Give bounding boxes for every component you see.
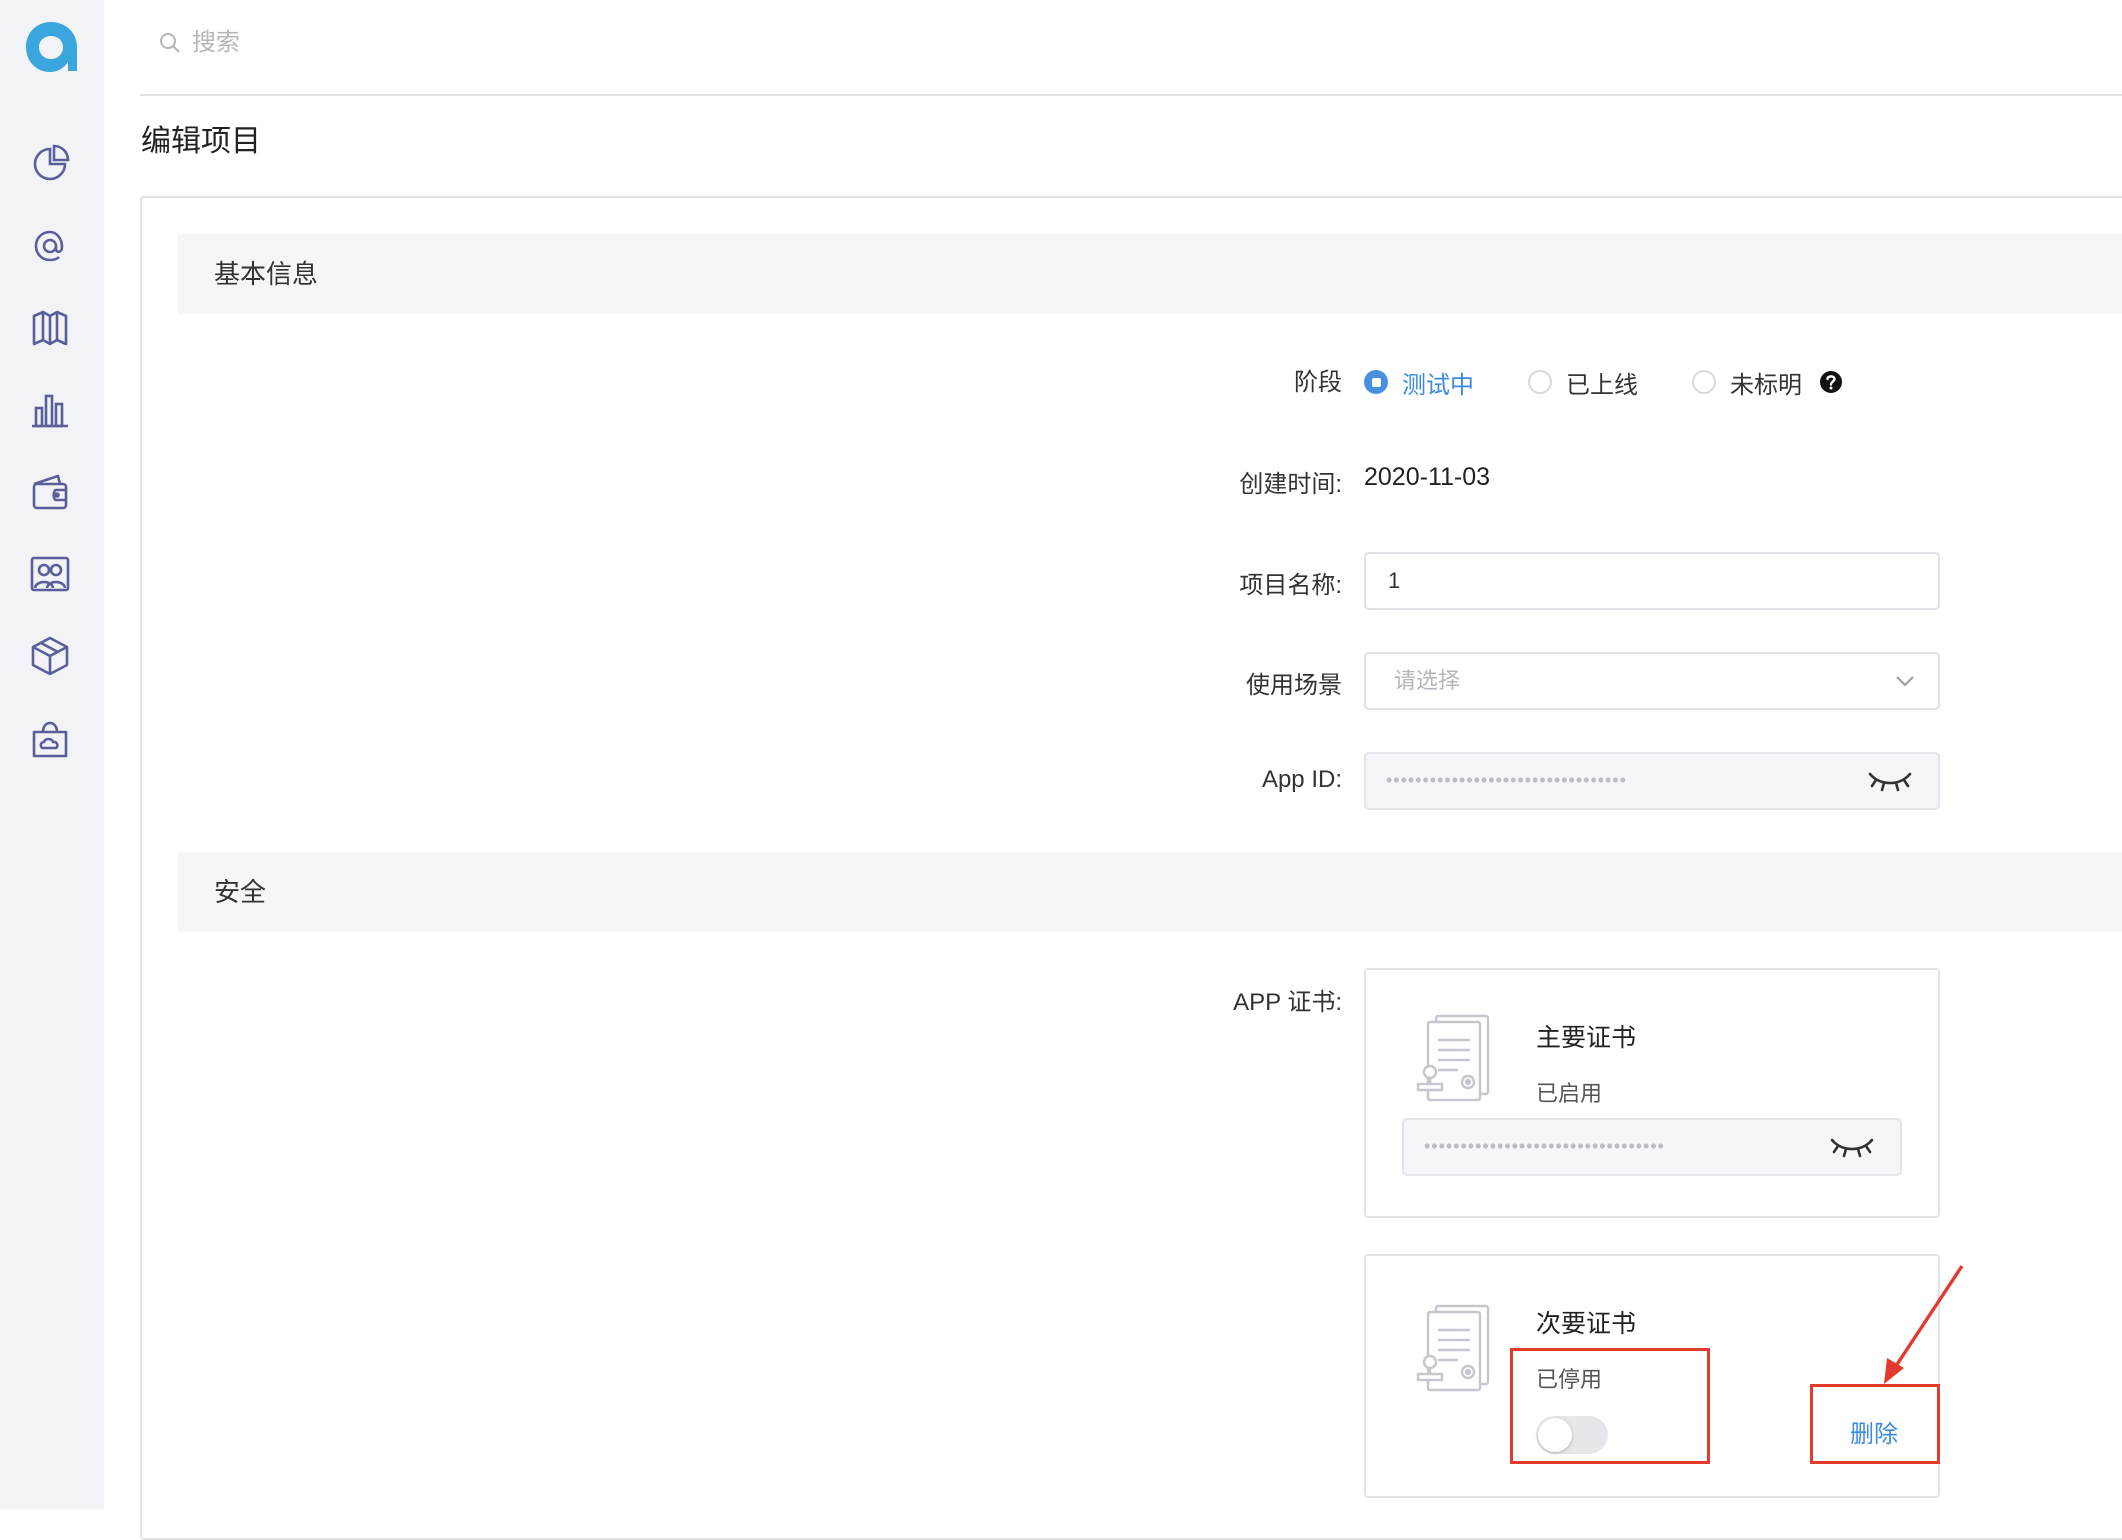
eye-closed-icon[interactable] — [1828, 1130, 1876, 1164]
users-gallery-icon[interactable] — [28, 552, 72, 596]
primary-cert-key-field: ••••••••••••••••••••••••••••••••• — [1402, 1118, 1902, 1176]
annotation-arrow — [1884, 1265, 1964, 1384]
select-placeholder: 请选择 — [1394, 668, 1461, 693]
radio-checked-icon — [1364, 370, 1388, 394]
chevron-down-icon — [1892, 668, 1918, 694]
app-logo[interactable] — [22, 18, 80, 76]
app-id-field: ••••••••••••••••••••••••••••••••• — [1364, 752, 1940, 810]
section-basic-info: 基本信息 — [178, 234, 2122, 314]
help-icon[interactable] — [1818, 369, 1844, 395]
cert-title: 主要证书 — [1536, 1024, 1637, 1052]
stage-radio-group: 测试中 已上线 未标明 — [1364, 362, 1844, 402]
cert-title: 次要证书 — [1536, 1310, 1637, 1338]
cloud-bag-icon[interactable] — [28, 716, 72, 760]
radio-unspecified[interactable]: 未标明 — [1692, 365, 1802, 400]
usage-scene-label: 使用场景 — [1246, 672, 1342, 699]
search-input[interactable] — [192, 29, 692, 57]
annotation-box-toggle — [1510, 1348, 1710, 1464]
eye-closed-icon[interactable] — [1866, 764, 1914, 798]
header-divider — [140, 94, 2122, 96]
project-name-field[interactable] — [1364, 552, 1940, 610]
map-icon[interactable] — [28, 306, 72, 350]
section-security: 安全 — [178, 852, 2122, 932]
masked-value: ••••••••••••••••••••••••••••••••• — [1424, 1136, 1664, 1156]
radio-label: 未标明 — [1730, 371, 1802, 399]
cert-status: 已启用 — [1536, 1081, 1603, 1106]
radio-unchecked-icon — [1528, 370, 1552, 394]
dashboard-pie-icon[interactable] — [28, 142, 72, 186]
annotation-box-delete — [1810, 1384, 1940, 1464]
stage-label: 阶段 — [1294, 369, 1342, 396]
wallet-icon[interactable] — [28, 470, 72, 514]
section-title: 安全 — [214, 877, 267, 907]
project-name-input[interactable] — [1366, 554, 1938, 608]
radio-label: 已上线 — [1566, 371, 1638, 399]
usage-scene-select[interactable]: 请选择 — [1364, 652, 1940, 710]
app-id-label: App ID: — [1261, 766, 1342, 793]
radio-testing[interactable]: 测试中 — [1364, 365, 1474, 400]
created-time-value: 2020-11-03 — [1364, 463, 1491, 491]
cube-icon[interactable] — [28, 634, 72, 678]
certificate-icon — [1414, 1302, 1494, 1392]
radio-unchecked-icon — [1692, 370, 1716, 394]
search-icon — [158, 31, 182, 55]
sidebar — [0, 0, 104, 1510]
bar-chart-icon[interactable] — [28, 388, 72, 432]
radio-label: 测试中 — [1402, 371, 1474, 399]
radio-online[interactable]: 已上线 — [1528, 365, 1638, 400]
certificate-icon — [1414, 1012, 1494, 1102]
search-bar[interactable] — [158, 24, 692, 62]
page-title: 编辑项目 — [141, 125, 261, 158]
section-title: 基本信息 — [214, 259, 319, 289]
created-time-label: 创建时间: — [1239, 471, 1342, 498]
project-name-label: 项目名称: — [1239, 572, 1342, 599]
app-cert-label: APP 证书: — [1233, 989, 1342, 1016]
at-sign-icon[interactable] — [28, 224, 72, 268]
masked-value: ••••••••••••••••••••••••••••••••• — [1386, 770, 1626, 790]
primary-cert-card: 主要证书 已启用 — [1364, 968, 1940, 1218]
